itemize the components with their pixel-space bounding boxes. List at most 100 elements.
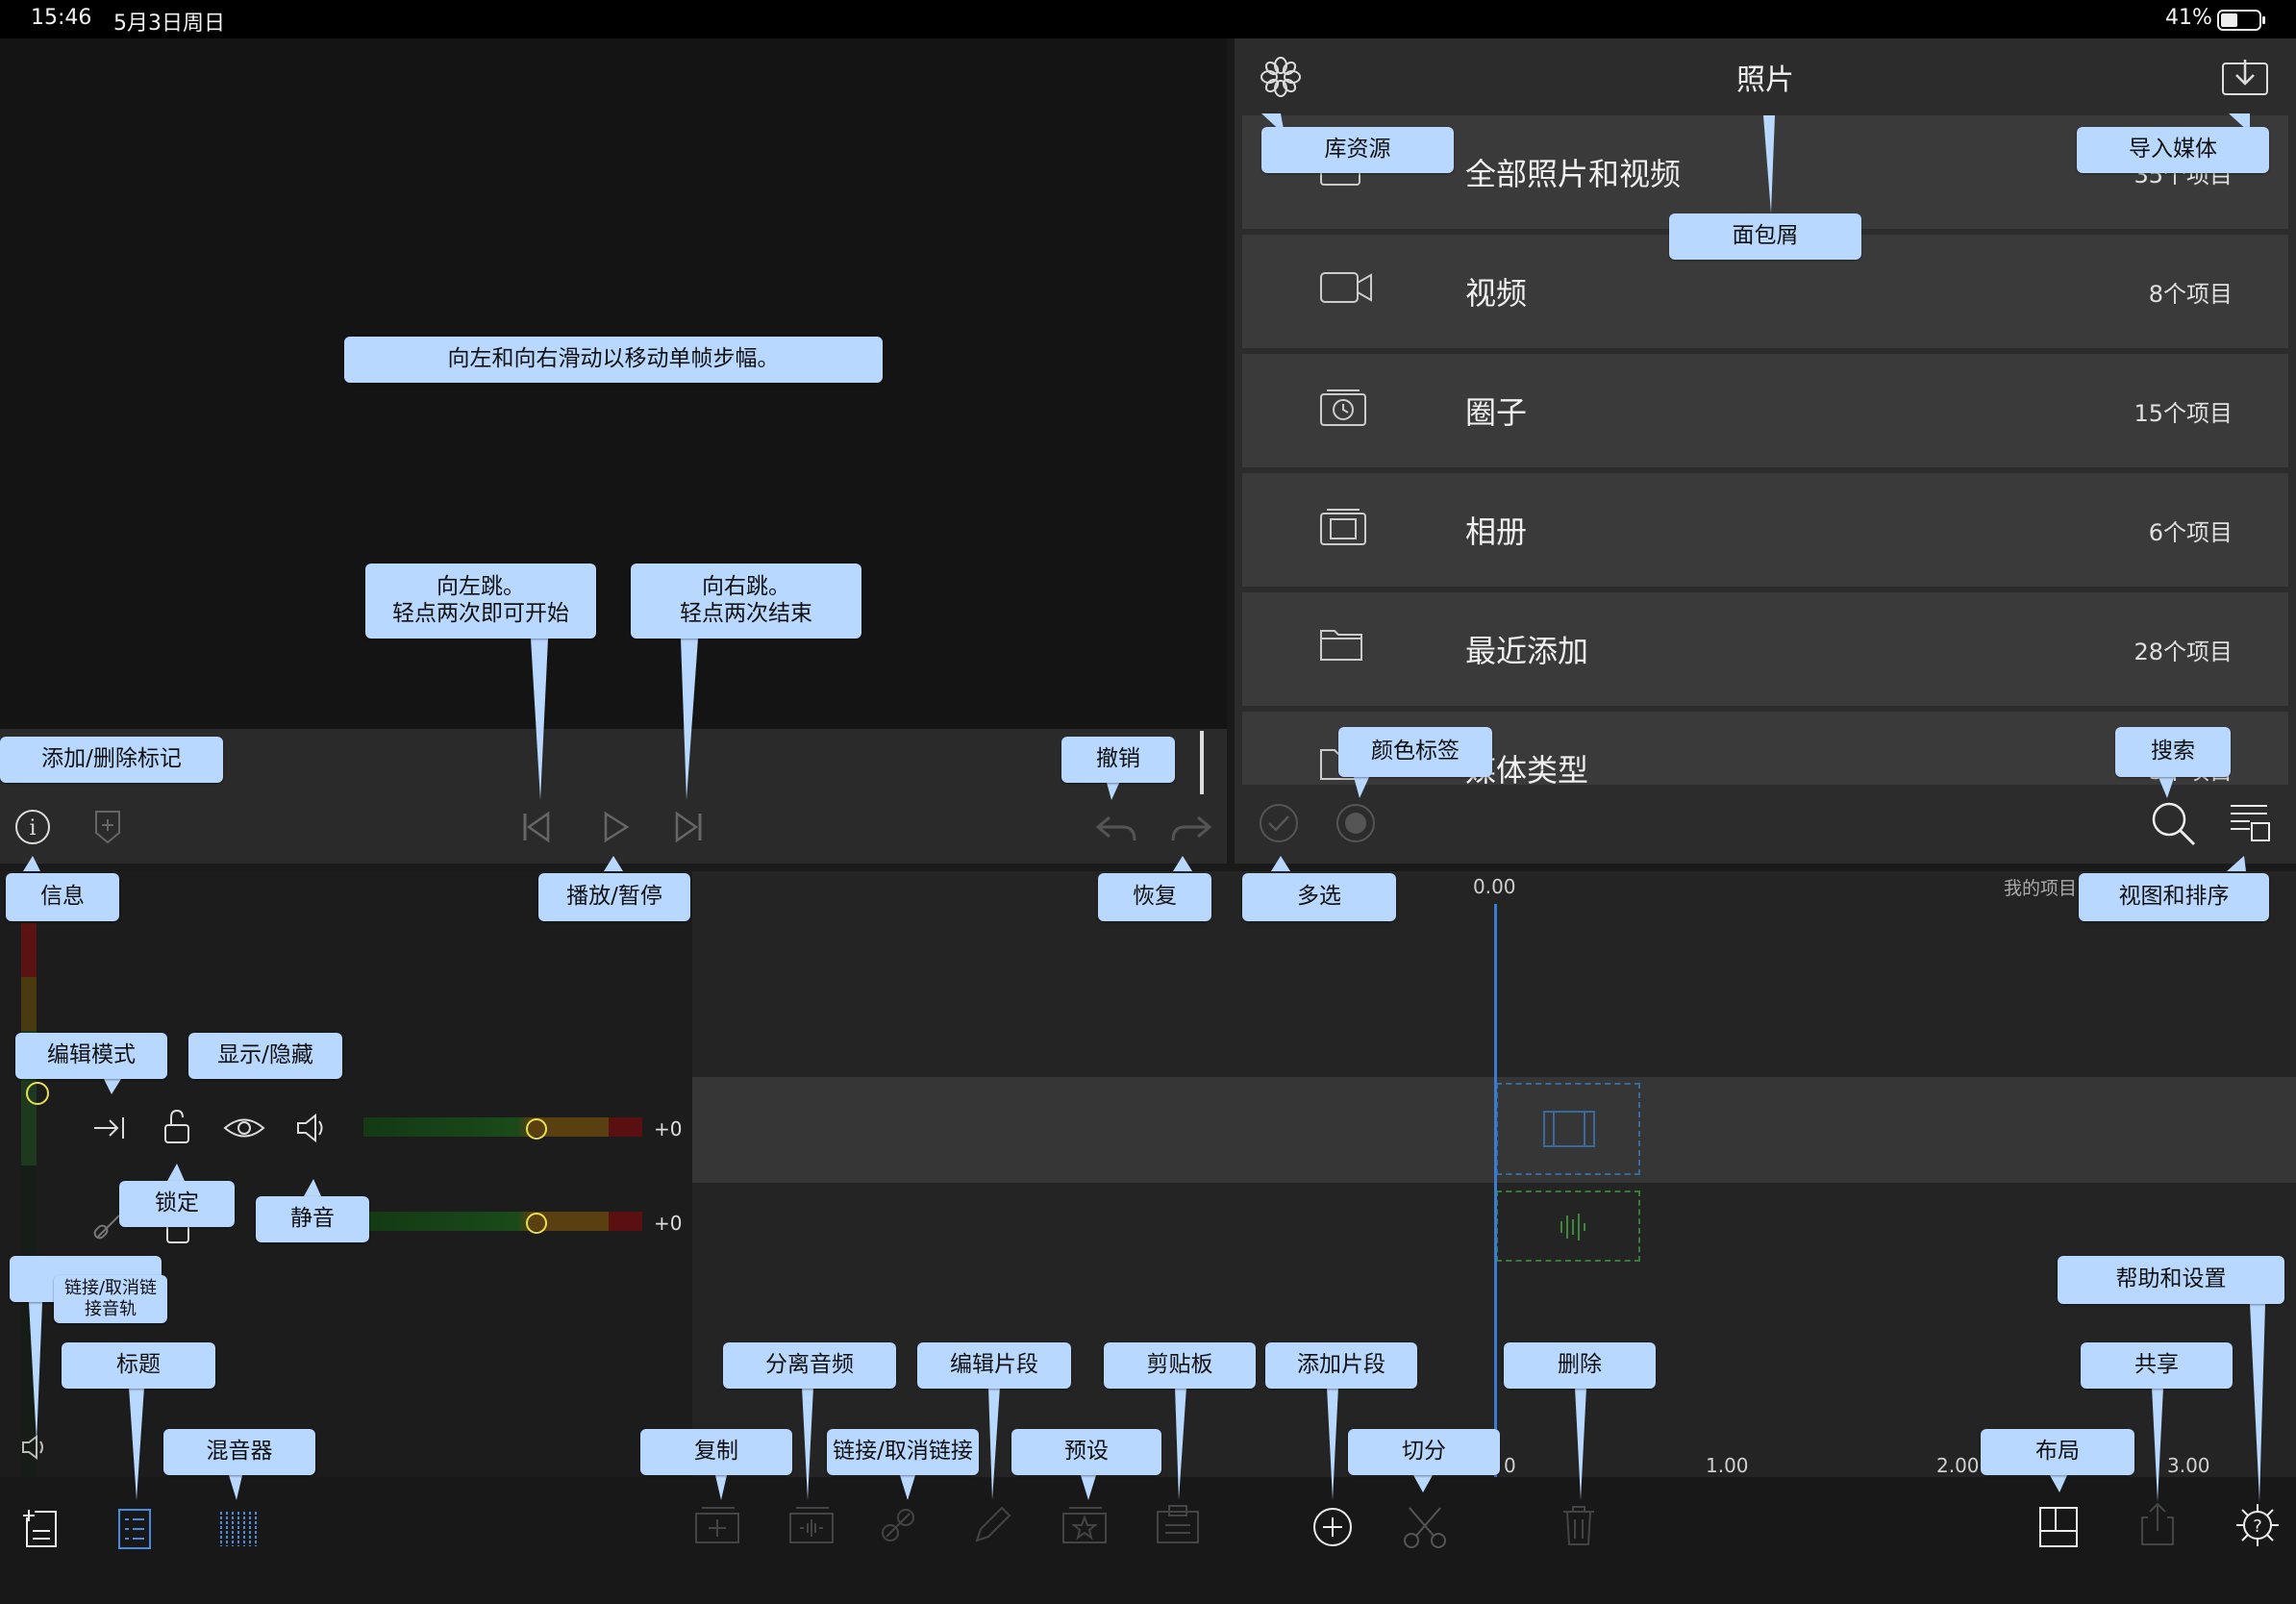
project-name: 我的项目 — [2004, 878, 2078, 899]
callout-copy: 复制 — [640, 1429, 792, 1475]
battery-percent: 41% — [2165, 6, 2212, 30]
view-sort-icon[interactable] — [2229, 802, 2271, 844]
callout-show-hide: 显示/隐藏 — [188, 1033, 342, 1079]
trash-icon[interactable] — [1560, 1504, 1598, 1548]
play-icon[interactable] — [598, 810, 633, 844]
checkmark-icon[interactable] — [1258, 802, 1300, 844]
preview-viewer[interactable] — [0, 38, 1227, 729]
ruler-label: 3.00 — [2167, 1454, 2210, 1477]
callout-split: 切分 — [1348, 1429, 1500, 1475]
library-row-label: 最近添加 — [1465, 633, 1589, 669]
library-row-label: 圈子 — [1465, 394, 1528, 431]
library-row-label: 视频 — [1465, 275, 1528, 312]
undo-icon[interactable] — [1094, 814, 1138, 844]
volume-value-audio: +0 — [654, 1212, 683, 1235]
callout-jump-left: 向左跳。 轻点两次即可开始 — [365, 564, 596, 639]
callout-view-sort: 视图和排序 — [2079, 873, 2269, 921]
marker-icon[interactable] — [92, 808, 123, 846]
color-label-icon[interactable] — [1335, 802, 1377, 844]
audio-clip-placeholder[interactable] — [1496, 1190, 1640, 1262]
callout-detach-audio: 分离音频 — [723, 1342, 896, 1389]
jump-start-icon[interactable] — [519, 810, 554, 844]
library-row-recent[interactable]: 最近添加 28个项目 — [1242, 592, 2288, 706]
library-row-count: 28个项目 — [2134, 639, 2233, 665]
link-clip-icon[interactable] — [879, 1506, 917, 1544]
playhead[interactable] — [1494, 904, 1497, 1477]
callout-preset: 预设 — [1011, 1429, 1161, 1475]
jump-end-icon[interactable] — [671, 810, 706, 844]
callout-mixer: 混音器 — [163, 1429, 315, 1475]
svg-text:i: i — [29, 816, 36, 840]
callout-add-marker: 添加/删除标记 — [0, 737, 223, 783]
volume-value-video: +0 — [654, 1117, 683, 1140]
callout-play-pause: 播放/暂停 — [538, 873, 690, 921]
callout-redo: 恢复 — [1098, 873, 1211, 921]
library-row-label: 相册 — [1465, 514, 1528, 550]
volume-knob-video[interactable] — [525, 1117, 548, 1140]
callout-multi-select: 多选 — [1242, 873, 1396, 921]
add-clip-icon[interactable] — [1311, 1506, 1354, 1548]
video-camera-icon — [1320, 272, 1372, 303]
callout-breadcrumb: 面包屑 — [1669, 213, 1861, 260]
layout-icon[interactable] — [2038, 1506, 2079, 1548]
speaker-icon[interactable] — [294, 1112, 329, 1144]
import-icon[interactable] — [2221, 58, 2269, 96]
redo-icon[interactable] — [1169, 814, 1213, 844]
unlock-icon[interactable] — [162, 1108, 192, 1146]
library-row-count: 8个项目 — [2148, 281, 2233, 308]
status-date: 5月3日周日 — [113, 12, 225, 36]
callout-help-settings: 帮助和设置 — [2058, 1256, 2284, 1304]
clip-list-icon[interactable] — [117, 1508, 152, 1550]
callout-mute: 静音 — [256, 1196, 369, 1242]
callout-edit-clip: 编辑片段 — [917, 1342, 1071, 1389]
clipboard-icon[interactable] — [1154, 1504, 1202, 1546]
library-title: 照片 — [1736, 63, 1794, 97]
callout-add-clip: 添加片段 — [1265, 1342, 1417, 1389]
callout-edit-mode: 编辑模式 — [15, 1033, 167, 1079]
callout-jump-right: 向右跳。 轻点两次结束 — [631, 564, 861, 639]
library-row-moments[interactable]: 圈子 15个项目 — [1242, 354, 2288, 467]
pencil-icon[interactable] — [971, 1504, 1013, 1546]
library-row-albums[interactable]: 相册 6个项目 — [1242, 473, 2288, 587]
gear-icon[interactable]: ? — [2234, 1502, 2281, 1548]
library-row-count: 6个项目 — [2148, 519, 2233, 546]
album-icon — [1320, 509, 1366, 545]
callout-share: 共享 — [2081, 1342, 2233, 1389]
volume-knob-audio[interactable] — [525, 1212, 548, 1235]
callout-layout: 布局 — [1981, 1429, 2134, 1475]
ruler-label: 1.00 — [1706, 1454, 1749, 1477]
moments-icon — [1320, 389, 1366, 426]
status-time: 15:46 — [31, 6, 92, 30]
ruler-label: 2.00 — [1936, 1454, 1980, 1477]
edit-mode-icon[interactable] — [92, 1114, 131, 1142]
preset-icon[interactable] — [1060, 1504, 1110, 1546]
speaker-small-icon[interactable] — [21, 1433, 56, 1462]
volume-slider-video[interactable] — [363, 1117, 642, 1137]
library-toolbar — [1235, 785, 2296, 864]
callout-import-media: 导入媒体 — [2077, 127, 2269, 173]
library-row-count: 15个项目 — [2134, 400, 2233, 427]
copy-icon[interactable] — [692, 1504, 742, 1546]
battery-icon — [2217, 10, 2265, 31]
timeline-ruler: 0 1.00 2.00 3.00 — [1494, 1448, 2296, 1477]
video-clip-placeholder[interactable] — [1496, 1083, 1640, 1175]
search-icon[interactable] — [2150, 800, 2198, 848]
title-icon[interactable] — [21, 1508, 60, 1550]
share-icon[interactable] — [2138, 1500, 2177, 1548]
callout-link-unlink: 链接/取消链接 — [827, 1429, 979, 1475]
callout-swipe-hint: 向左和向右滑动以移动单帧步幅。 — [344, 337, 883, 383]
scrub-indicator — [1200, 731, 1204, 794]
scissors-icon[interactable] — [1402, 1504, 1448, 1550]
callout-delete: 删除 — [1504, 1342, 1656, 1389]
callout-title: 标题 — [62, 1342, 215, 1389]
eye-icon[interactable] — [223, 1115, 265, 1140]
callout-undo: 撤销 — [1061, 737, 1175, 783]
callout-search: 搜索 — [2115, 727, 2231, 777]
volume-slider-audio[interactable] — [363, 1212, 642, 1231]
meter-knob[interactable] — [23, 1079, 52, 1108]
ruler-label: 0 — [1504, 1454, 1516, 1477]
bottom-toolbar: ? — [0, 1477, 2296, 1604]
detach-audio-icon[interactable] — [786, 1504, 836, 1546]
info-icon[interactable]: i — [13, 808, 52, 846]
mixer-icon[interactable] — [217, 1510, 260, 1548]
